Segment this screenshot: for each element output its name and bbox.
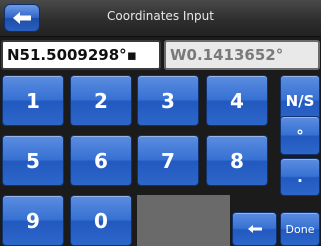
- title-bar: Coordinates Input: [0, 0, 321, 37]
- backspace-arrow-icon: [247, 225, 262, 233]
- longitude-input[interactable]: W0.1413652°: [164, 40, 320, 70]
- decimal-point-button[interactable]: .: [280, 158, 320, 196]
- page-title: Coordinates Input: [107, 9, 214, 23]
- backspace-button[interactable]: [232, 212, 277, 246]
- key-2[interactable]: 2: [70, 75, 132, 126]
- key-1[interactable]: 1: [2, 75, 64, 126]
- latitude-input[interactable]: N51.5009298°▪: [1, 40, 161, 70]
- key-3[interactable]: 3: [137, 75, 199, 126]
- key-4[interactable]: 4: [206, 75, 268, 126]
- key-5[interactable]: 5: [2, 135, 64, 186]
- key-0[interactable]: 0: [70, 195, 132, 246]
- done-button[interactable]: Done: [280, 212, 320, 246]
- key-7[interactable]: 7: [137, 135, 199, 186]
- degree-button[interactable]: °: [280, 116, 320, 155]
- empty-keypad-area: [137, 195, 230, 246]
- key-8[interactable]: 8: [206, 135, 268, 186]
- key-9[interactable]: 9: [2, 195, 64, 246]
- key-6[interactable]: 6: [70, 135, 132, 186]
